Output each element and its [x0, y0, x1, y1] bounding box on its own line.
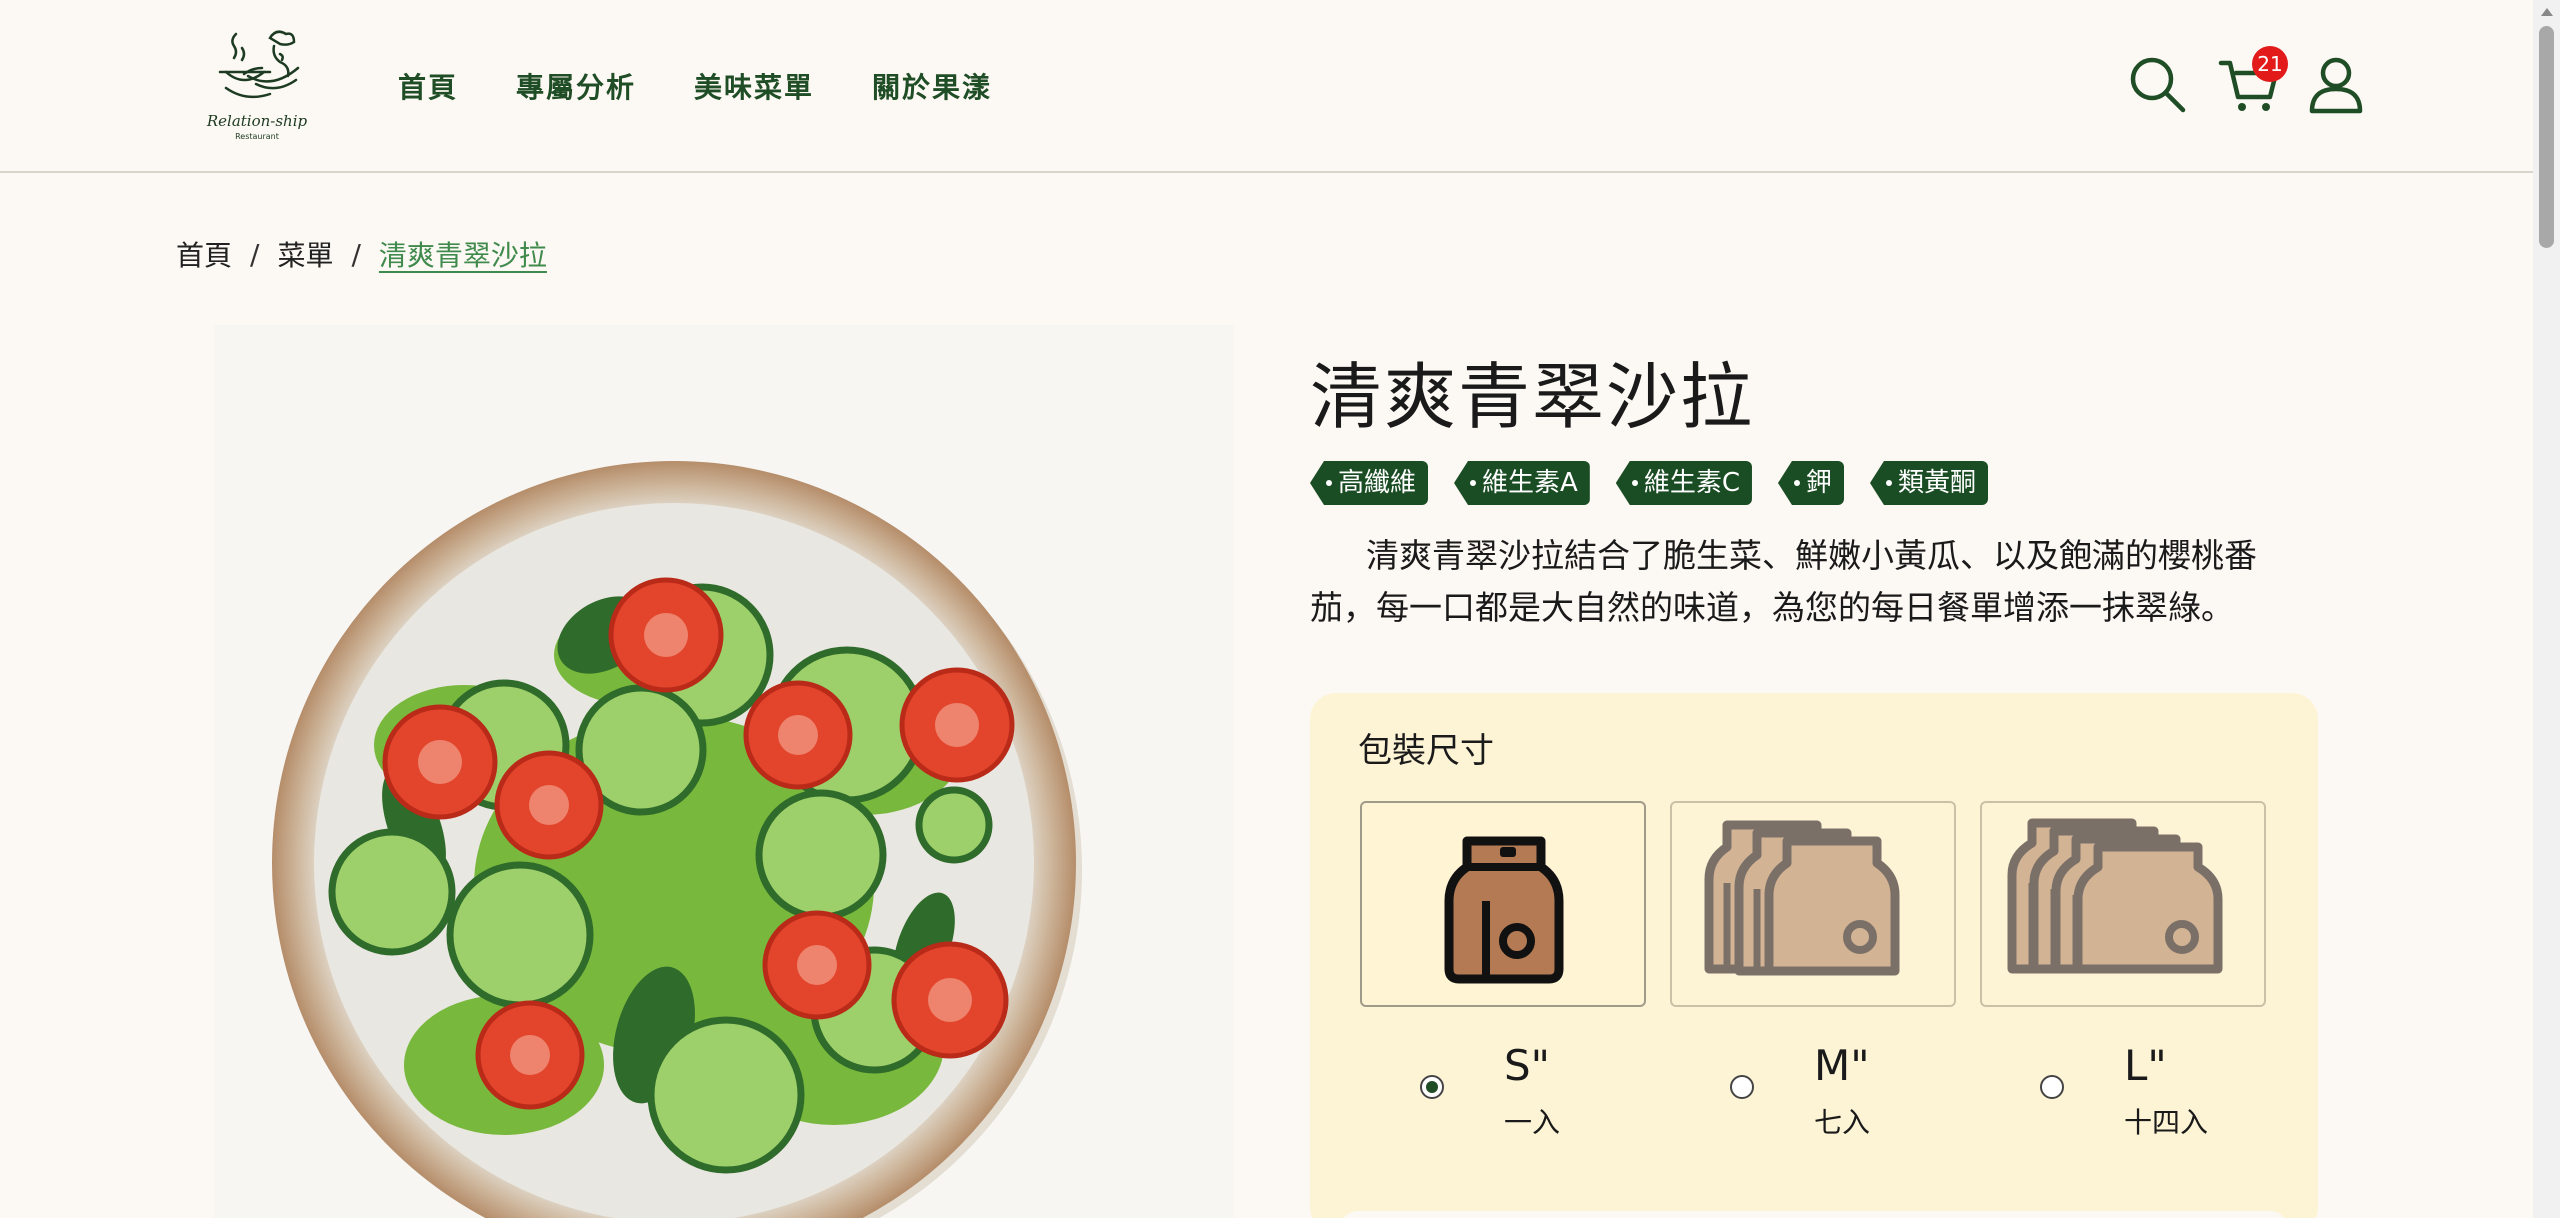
logo-subtext: Restaurant [235, 132, 279, 141]
package-option-s-radio[interactable] [1420, 1075, 1444, 1099]
logo-text: Relation-ship [206, 112, 308, 130]
restaurant-logo[interactable]: Relation-ship Restaurant [196, 24, 318, 146]
user-icon[interactable] [2308, 55, 2364, 115]
breadcrumb-home[interactable]: 首頁 [176, 234, 232, 274]
salad-bowl-image [272, 461, 1082, 1218]
breadcrumb-current: 清爽青翠沙拉 [378, 239, 547, 272]
chef-logo-icon [218, 30, 300, 99]
single-bag-icon [1444, 836, 1564, 984]
next-section-panel [1340, 1211, 2288, 1218]
scroll-up-arrow-icon[interactable] [2541, 8, 2553, 16]
nutrient-tags: 高纖維 維生素A 維生素C 鉀 類黃酮 [1310, 461, 1988, 505]
main-nav: 首頁 專屬分析 美味菜單 關於果漾 [398, 66, 992, 106]
nav-menu[interactable]: 美味菜單 [694, 66, 814, 106]
product-description: 清爽青翠沙拉結合了脆生菜、鮮嫩小黃瓜、以及飽滿的櫻桃番茄，每一口都是大自然的味道… [1310, 536, 2257, 627]
package-option-m-card[interactable] [1670, 801, 1956, 1007]
packaging-label: 包裝尺寸 [1358, 731, 1494, 771]
nav-analysis[interactable]: 專屬分析 [516, 66, 636, 106]
package-option-m-radio[interactable] [1730, 1075, 1754, 1099]
package-option-l-qty: 十四入 [2124, 1106, 2209, 1139]
packaging-selector: 包裝尺寸 S" 一入 M" 七入 L" 十四入 [1310, 693, 2318, 1218]
nutrient-tag: 維生素C [1615, 461, 1752, 505]
nav-home[interactable]: 首頁 [398, 66, 458, 106]
package-option-l-card[interactable] [1980, 801, 2266, 1007]
search-icon[interactable] [2128, 55, 2188, 115]
package-option-s-card[interactable] [1360, 801, 1646, 1007]
product-image [214, 325, 1234, 1218]
package-option-l-size: L" [2124, 1041, 2167, 1090]
breadcrumb-menu[interactable]: 菜單 [277, 234, 333, 274]
product-title: 清爽青翠沙拉 [1310, 355, 1755, 439]
bulk-bag-icon [2007, 818, 2223, 974]
nutrient-tag: 類黃酮 [1869, 461, 1988, 505]
package-option-m-size: M" [1814, 1041, 1870, 1090]
package-option-l-radio[interactable] [2040, 1075, 2064, 1099]
cart-count-badge: 21 [2252, 46, 2288, 82]
package-option-s-qty: 一入 [1504, 1106, 1561, 1139]
breadcrumb-separator: / [351, 237, 361, 271]
multi-bag-icon [1704, 820, 1900, 976]
nav-about[interactable]: 關於果漾 [872, 66, 992, 106]
package-option-s-size: S" [1504, 1041, 1550, 1090]
nutrient-tag: 高纖維 [1310, 461, 1429, 505]
nutrient-tag: 維生素A [1454, 461, 1590, 505]
nutrient-tag: 鉀 [1777, 461, 1844, 505]
scroll-thumb[interactable] [2539, 26, 2554, 248]
breadcrumb-separator: / [250, 237, 260, 271]
breadcrumb: 首頁 / 菜單 / 清爽青翠沙拉 [176, 234, 547, 274]
site-header: Relation-ship Restaurant 首頁 專屬分析 美味菜單 關於… [0, 0, 2533, 173]
page-scrollbar[interactable] [2533, 0, 2560, 1218]
package-option-m-qty: 七入 [1814, 1106, 1871, 1139]
